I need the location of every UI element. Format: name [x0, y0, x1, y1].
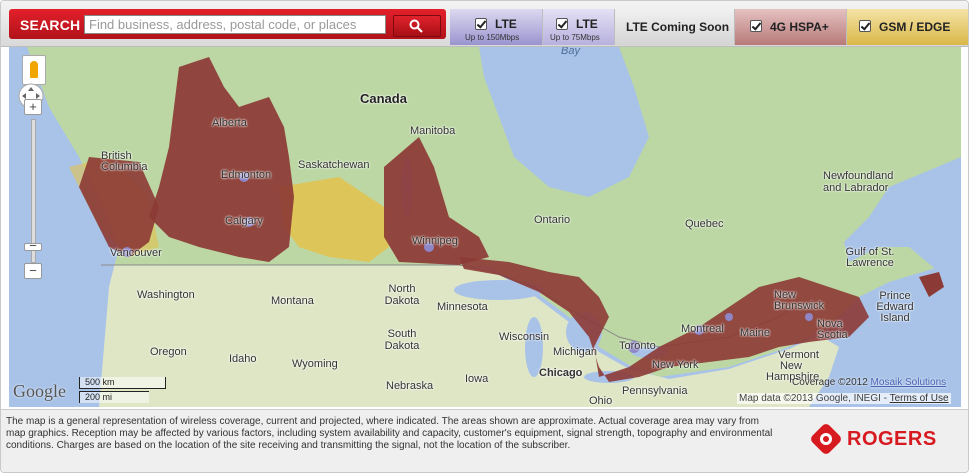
map-label-quebec: Quebec [685, 218, 724, 230]
zoom-out-button[interactable]: − [24, 263, 42, 279]
map-scale: 500 km 200 mi [79, 377, 169, 405]
map-label-wyoming: Wyoming [292, 358, 338, 370]
map-label-wisconsin: Wisconsin [499, 331, 550, 343]
map-label-oregon: Oregon [150, 346, 187, 358]
rogers-logo[interactable]: ROGERS [807, 420, 957, 460]
legend-gsm-edge[interactable]: GSM / EDGE [847, 9, 968, 45]
legend-lte-coming-soon[interactable]: LTE Coming Soon [615, 9, 735, 45]
map-label-newfoundland: Newfoundland and Labrador [823, 170, 894, 194]
map-label-montana: Montana [271, 295, 314, 307]
map-label-calgary: Calgary [225, 215, 263, 227]
pegman-icon [30, 61, 38, 78]
scale-km: 500 km [79, 377, 166, 389]
rogers-swirl-icon [811, 424, 841, 454]
map-label-pei: Prince Edward Island [876, 290, 914, 324]
map-label-toronto: Toronto [619, 340, 656, 352]
legend-sublabel: Up to 150Mbps [465, 33, 520, 42]
map-label-vancouver: Vancouver [110, 247, 162, 259]
hspa-checkbox[interactable] [750, 20, 762, 32]
coverage-map-widget: SEARCH LTE Up to 150Mbps LTE Up to 75Mbp… [0, 0, 969, 473]
footer: The map is a general representation of w… [1, 409, 968, 472]
legend-lte-75[interactable]: LTE Up to 75Mbps [543, 9, 615, 45]
map-label-alberta: Alberta [212, 117, 247, 129]
map-label-edmonton: Edmonton [221, 169, 272, 181]
legend-label: LTE Coming Soon [626, 20, 730, 34]
map-label-south-dakota: South Dakota [384, 328, 420, 352]
legend-label: LTE [576, 17, 598, 31]
attribution-text: Map data ©2013 Google, INEGI - [739, 393, 888, 404]
map-label-north-dakota: North Dakota [384, 283, 420, 307]
search-button[interactable] [393, 15, 441, 37]
coverage-credit: Coverage ©2012 Mosaik Solutions [792, 377, 946, 388]
legend-label: LTE [495, 17, 517, 31]
map-label-saskatchewan: Saskatchewan [298, 159, 370, 171]
map-label-montreal: Montreal [681, 323, 724, 335]
map-label-new-york: New York [652, 359, 699, 371]
map-label-bc: British Columbia [101, 150, 148, 173]
search-label: SEARCH [20, 17, 81, 33]
zoom-in-button[interactable]: + [24, 99, 42, 115]
legend-hspa[interactable]: 4G HSPA+ [735, 9, 847, 45]
map-label-maine: Maine [740, 327, 770, 339]
map-label-nebraska: Nebraska [386, 380, 434, 392]
legend-label: GSM / EDGE [879, 20, 951, 34]
lte-150-checkbox[interactable] [475, 18, 487, 30]
toolbar: SEARCH LTE Up to 150Mbps LTE Up to 75Mbp… [1, 1, 968, 47]
map-label-pennsylvania: Pennsylvania [622, 385, 688, 397]
coverage-text: Coverage ©2012 [792, 377, 868, 388]
map-label-iowa: Iowa [465, 373, 489, 385]
map-label-minnesota: Minnesota [437, 301, 488, 313]
map-label-canada: Canada [360, 91, 407, 106]
map-label-gulf: Gulf of St. Lawrence [845, 246, 895, 269]
google-logo[interactable]: Google [13, 381, 66, 402]
legend-label: 4G HSPA+ [770, 20, 829, 34]
map-label-ontario: Ontario [534, 214, 571, 226]
lte-75-checkbox[interactable] [556, 18, 568, 30]
map-label-ohio: Ohio [589, 395, 613, 407]
map-attribution: Map data ©2013 Google, INEGI - Terms of … [737, 393, 951, 404]
zoom-slider-handle[interactable]: − [24, 239, 42, 252]
map-label-new-brunswick: New Brunswick [774, 289, 825, 312]
mosaik-link[interactable]: Mosaik Solutions [871, 377, 947, 388]
coverage-map[interactable]: Canada Alberta Manitoba British Columbia… [9, 47, 961, 407]
search-input[interactable] [84, 15, 386, 34]
map-label-michigan: Michigan [553, 346, 598, 358]
disclaimer-text: The map is a general representation of w… [6, 416, 773, 451]
legend-sublabel: Up to 75Mbps [550, 33, 600, 42]
terms-link[interactable]: Terms of Use [890, 393, 949, 404]
scale-mi: 200 mi [79, 391, 149, 403]
rogers-wordmark: ROGERS [847, 428, 937, 450]
search-icon [409, 19, 423, 33]
lte-dot [725, 313, 733, 321]
lte-dot [805, 313, 813, 321]
search-box: SEARCH [9, 9, 446, 39]
map-label-chicago: Chicago [539, 367, 583, 379]
map-label-idaho: Idaho [229, 353, 257, 365]
map-label-bay: Bay [561, 47, 580, 57]
map-label-manitoba: Manitoba [410, 125, 456, 137]
map-label-winnipeg: Winnipeg [412, 235, 458, 247]
legend-lte-150[interactable]: LTE Up to 150Mbps [450, 9, 543, 45]
gsm-checkbox[interactable] [859, 20, 871, 32]
map-label-nova-scotia: Nova Scotia [817, 318, 848, 341]
map-label-washington: Washington [137, 289, 195, 301]
